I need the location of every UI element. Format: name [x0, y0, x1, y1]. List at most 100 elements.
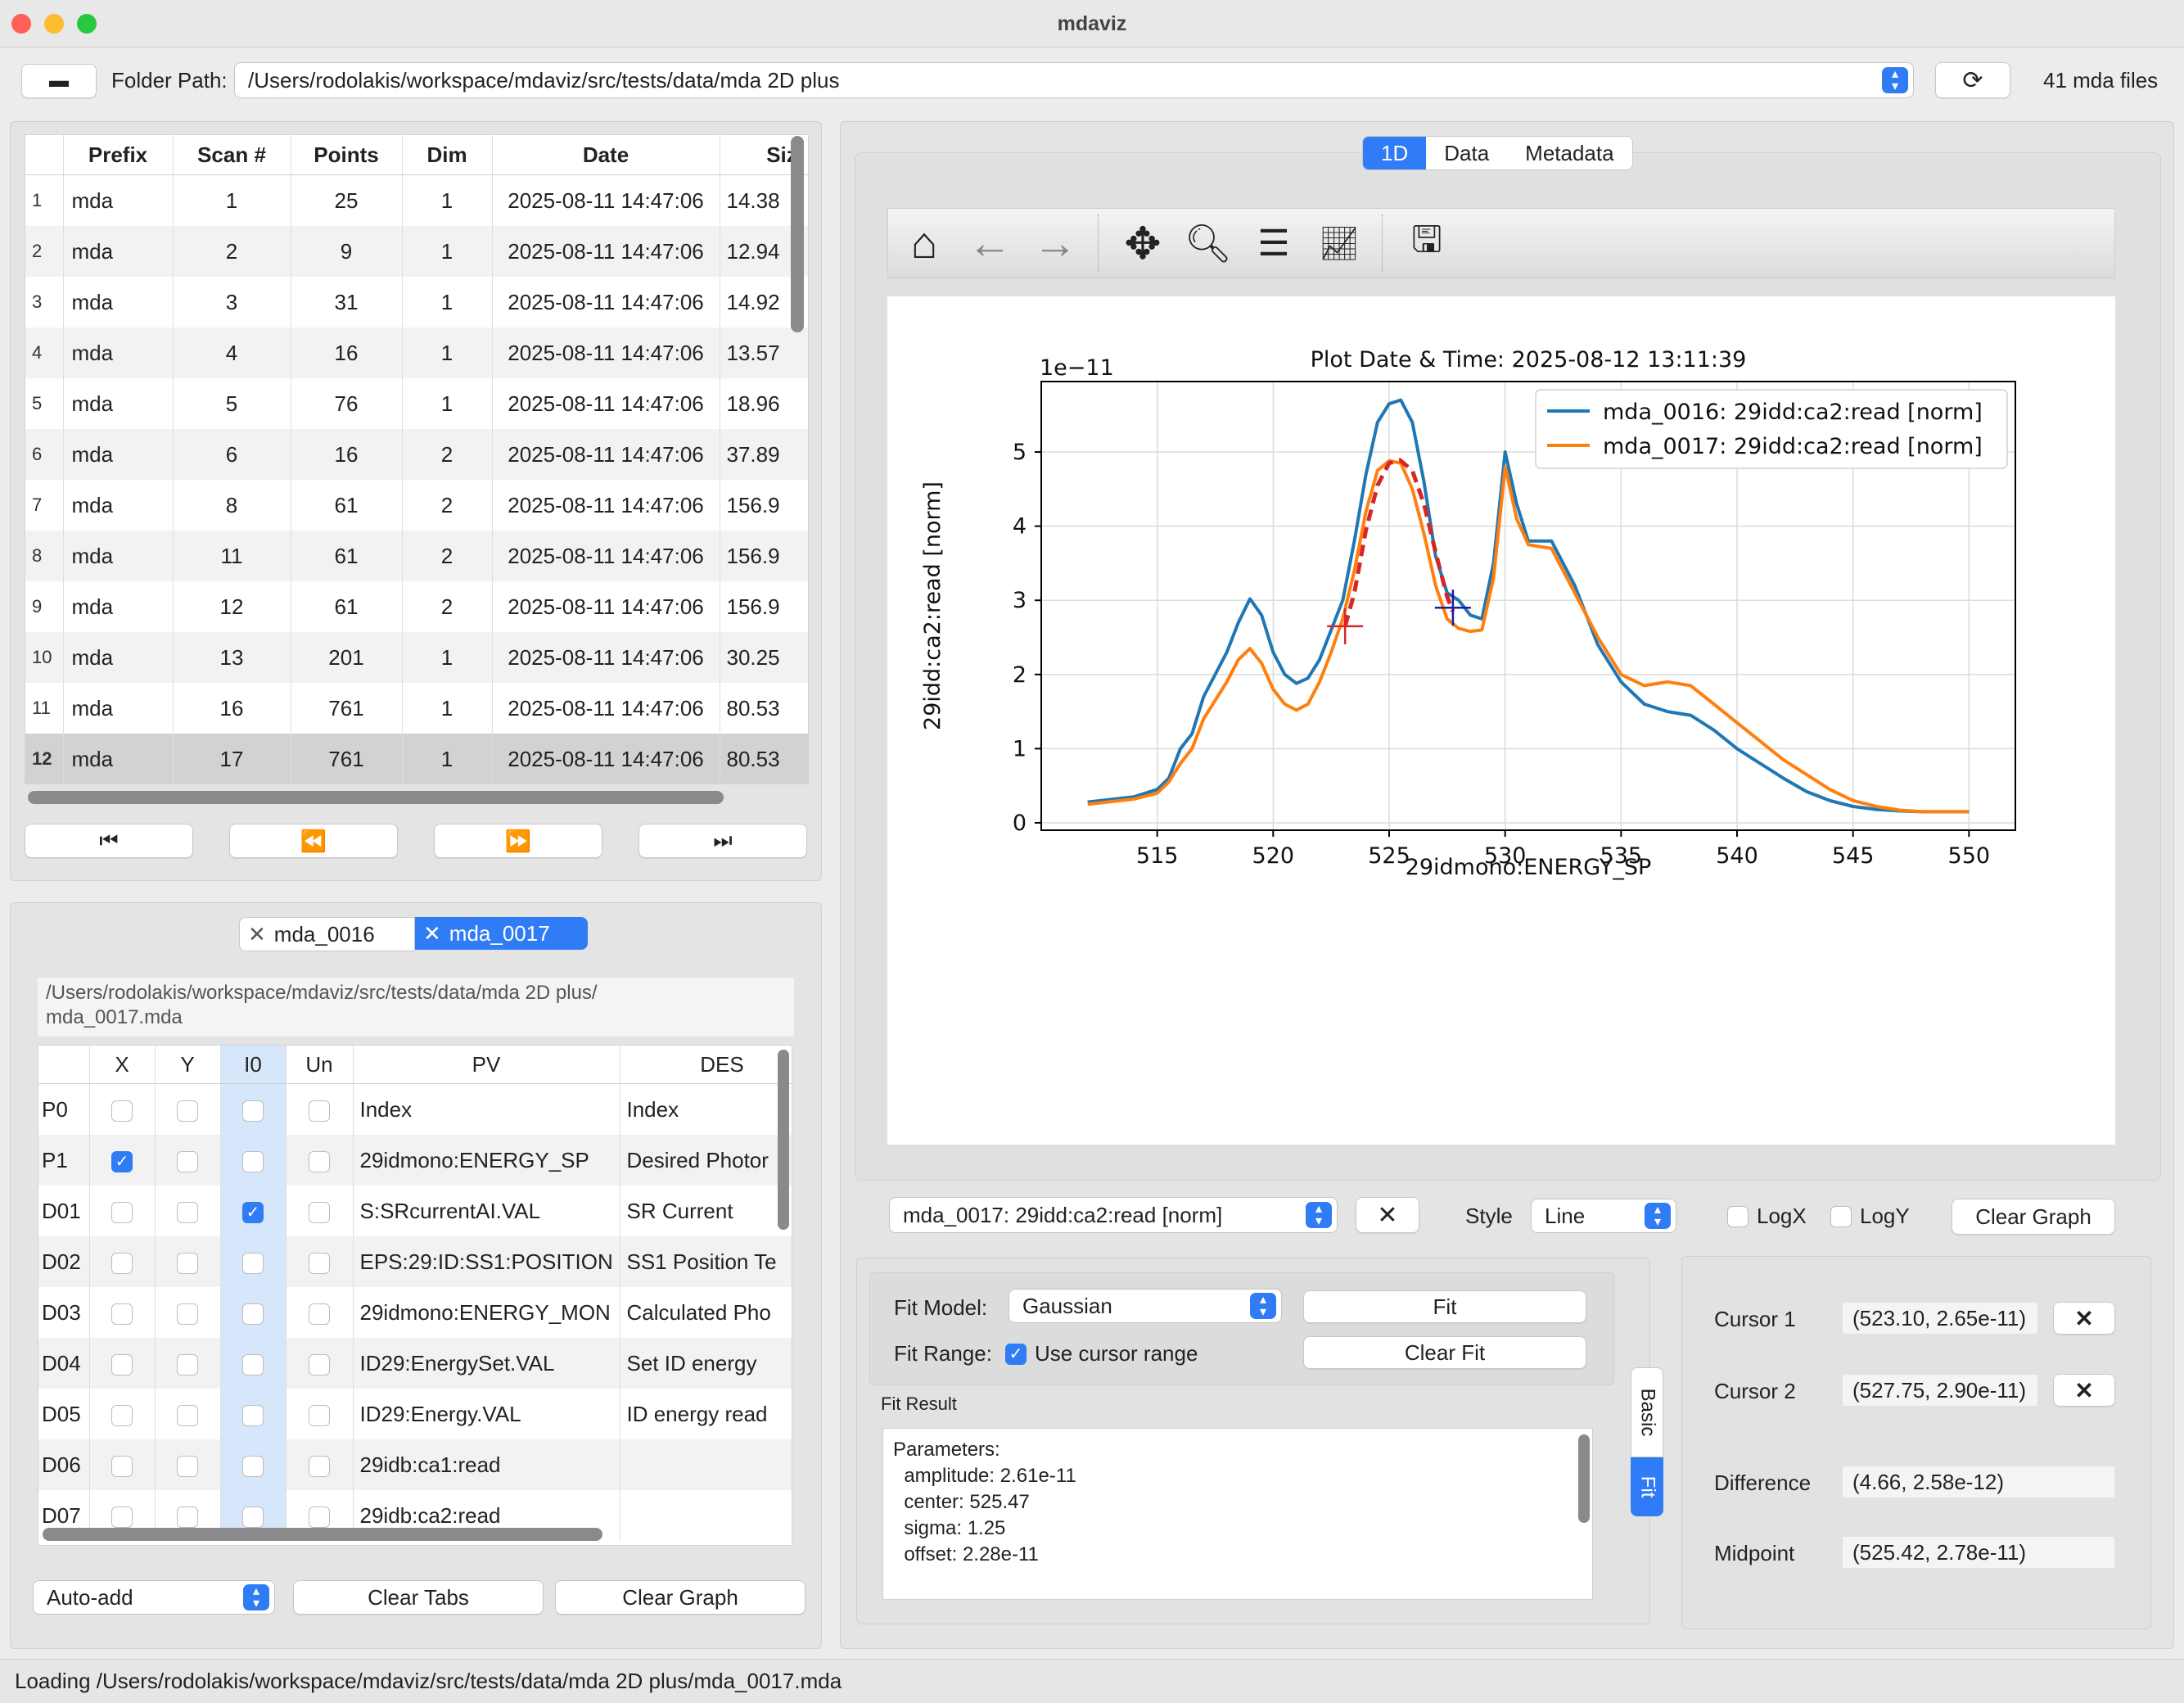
file-column-header[interactable]: Points [291, 135, 403, 175]
check-icon[interactable]: ✓ [1005, 1343, 1027, 1365]
pv-column-header[interactable]: Y [155, 1046, 221, 1084]
x-checkbox[interactable] [111, 1455, 133, 1477]
use-cursor-range-checkbox[interactable]: ✓ Use cursor range [1005, 1341, 1198, 1366]
close-tab-icon[interactable]: ✕ [423, 921, 441, 946]
file-row[interactable]: 1 mda 1 25 1 2025-08-11 14:47:06 14.38 [25, 174, 808, 226]
sliders-icon[interactable]: ☰ [1241, 210, 1306, 276]
un-checkbox[interactable] [309, 1201, 330, 1223]
un-checkbox[interactable] [309, 1353, 330, 1376]
un-checkbox[interactable] [309, 1506, 330, 1528]
x-checkbox[interactable] [111, 1252, 133, 1274]
file-table-hscrollbar[interactable] [28, 791, 724, 804]
pv-column-header[interactable]: PV [353, 1046, 620, 1084]
i0-checkbox[interactable] [242, 1353, 264, 1376]
pv-column-header[interactable]: I0 [220, 1046, 287, 1084]
i0-checkbox[interactable] [242, 1506, 264, 1528]
style-combo[interactable]: Line ▴ ▾ [1531, 1199, 1676, 1233]
file-row[interactable]: 3 mda 3 31 1 2025-08-11 14:47:06 14.92 [25, 277, 808, 328]
i0-checkbox[interactable]: ✓ [242, 1201, 264, 1223]
plot-canvas[interactable]: 515 520 525 530 535 540 545 550 0 1 2 3 4 5 Plot Date … [887, 296, 2115, 1145]
remove-curve-button[interactable]: ✕ [1356, 1197, 1419, 1233]
un-checkbox[interactable] [309, 1252, 330, 1274]
x-checkbox[interactable] [111, 1100, 133, 1122]
file-row[interactable]: 6 mda 6 16 2 2025-08-11 14:47:06 37.89 [25, 429, 808, 480]
un-checkbox[interactable] [309, 1303, 330, 1325]
file-row[interactable]: 5 mda 5 76 1 2025-08-11 14:47:06 18.96 [25, 378, 808, 429]
clear-graph-button[interactable]: Clear Graph [1952, 1199, 2115, 1235]
file-column-header[interactable]: Date [492, 135, 720, 175]
pv-column-header[interactable]: Un [286, 1046, 354, 1084]
x-checkbox[interactable] [111, 1353, 133, 1376]
curve-select-combo[interactable]: mda_0017: 29idd:ca2:read [norm] ▴ ▾ [889, 1197, 1338, 1233]
file-row[interactable]: 10 mda 13 201 1 2025-08-11 14:47:06 30.25 [25, 632, 808, 683]
next-file-button[interactable]: ⏩ [434, 824, 602, 858]
y-checkbox[interactable] [177, 1404, 198, 1426]
x-checkbox[interactable] [111, 1303, 133, 1325]
remove-cursor1-button[interactable]: ✕ [2053, 1302, 2115, 1335]
file-table[interactable]: Prefix Scan # Points Dim Date Siz 1 mda 1 25 1 202… [25, 134, 809, 784]
side-tab-fit[interactable]: Fit [1631, 1457, 1663, 1516]
i0-checkbox[interactable] [242, 1100, 264, 1122]
x-checkbox[interactable] [111, 1404, 133, 1426]
zoom-icon[interactable]: 🔍︎ [1175, 210, 1241, 276]
pv-column-header[interactable]: X [89, 1046, 156, 1084]
file-row[interactable]: 2 mda 2 9 1 2025-08-11 14:47:06 12.94 [25, 226, 808, 277]
i0-checkbox[interactable] [242, 1303, 264, 1325]
y-checkbox[interactable] [177, 1252, 198, 1274]
y-checkbox[interactable] [177, 1455, 198, 1477]
open-folder-button[interactable]: ▬ [21, 64, 97, 98]
i0-checkbox[interactable] [242, 1404, 264, 1426]
fit-button[interactable]: Fit [1303, 1290, 1586, 1323]
side-tab-basic[interactable]: Basic [1631, 1367, 1663, 1457]
file-row[interactable]: 7 mda 8 61 2 2025-08-11 14:47:06 156.9 [25, 480, 808, 531]
tab-data[interactable]: Data [1426, 137, 1507, 169]
pv-table[interactable]: X Y I0 Un PV DES P0 Index Index P1 ✓ 29idmono:ENER… [38, 1045, 792, 1546]
y-checkbox[interactable] [177, 1150, 198, 1172]
file-column-header[interactable]: Scan # [173, 135, 291, 175]
folder-path-combo[interactable]: /Users/rodolakis/workspace/mdaviz/src/te… [234, 62, 1914, 98]
checkbox-box[interactable] [1727, 1205, 1749, 1227]
mode-combo[interactable]: Auto-add ▴ ▾ [33, 1580, 275, 1615]
refresh-button[interactable]: ⟳ [1935, 62, 2010, 98]
logy-checkbox[interactable]: LogY [1830, 1204, 1910, 1229]
logx-checkbox[interactable]: LogX [1727, 1204, 1807, 1229]
tab-1d[interactable]: 1D [1363, 137, 1427, 169]
previous-file-button[interactable]: ⏪ [229, 824, 398, 858]
pv-column-header[interactable]: DES [620, 1046, 792, 1084]
first-file-button[interactable]: ⏮ [25, 824, 193, 858]
y-checkbox[interactable] [177, 1353, 198, 1376]
y-checkbox[interactable] [177, 1100, 198, 1122]
x-checkbox[interactable] [111, 1201, 133, 1223]
i0-checkbox[interactable] [242, 1455, 264, 1477]
fit-result-scrollbar[interactable] [1578, 1434, 1590, 1523]
forward-arrow-icon[interactable]: → [1022, 210, 1088, 276]
last-file-button[interactable]: ⏭ [639, 824, 807, 858]
close-tab-icon[interactable]: ✕ [248, 922, 266, 947]
file-column-header[interactable]: Dim [402, 135, 493, 175]
pan-icon[interactable]: ✥ [1110, 210, 1175, 276]
checkbox-box[interactable] [1830, 1205, 1852, 1227]
x-checkbox[interactable] [111, 1506, 133, 1528]
file-row[interactable]: 12 mda 17 761 1 2025-08-11 14:47:06 80.53 [25, 734, 808, 784]
file-row[interactable]: 4 mda 4 16 1 2025-08-11 14:47:06 13.57 [25, 328, 808, 378]
un-checkbox[interactable] [309, 1100, 330, 1122]
file-table-vscrollbar[interactable] [791, 136, 804, 332]
scan-tab-mda-0016[interactable]: ✕ mda_0016 [239, 917, 415, 951]
y-checkbox[interactable] [177, 1201, 198, 1223]
y-checkbox[interactable] [177, 1303, 198, 1325]
clear-graph-left-button[interactable]: Clear Graph [555, 1580, 805, 1615]
un-checkbox[interactable] [309, 1404, 330, 1426]
pv-table-hscrollbar[interactable] [43, 1528, 602, 1541]
x-checkbox[interactable]: ✓ [111, 1150, 133, 1172]
axes-icon[interactable]: 📈︎ [1306, 210, 1372, 276]
tab-metadata[interactable]: Metadata [1507, 137, 1631, 169]
scan-tab-mda-0017[interactable]: ✕ mda_0017 [415, 917, 588, 950]
save-icon[interactable]: 🖫 [1394, 210, 1460, 276]
i0-checkbox[interactable] [242, 1150, 264, 1172]
file-row[interactable]: 9 mda 12 61 2 2025-08-11 14:47:06 156.9 [25, 581, 808, 632]
file-column-header[interactable]: Prefix [63, 135, 174, 175]
pv-table-vscrollbar[interactable] [778, 1050, 789, 1230]
clear-tabs-button[interactable]: Clear Tabs [293, 1580, 544, 1615]
y-checkbox[interactable] [177, 1506, 198, 1528]
back-arrow-icon[interactable]: ← [957, 210, 1022, 276]
